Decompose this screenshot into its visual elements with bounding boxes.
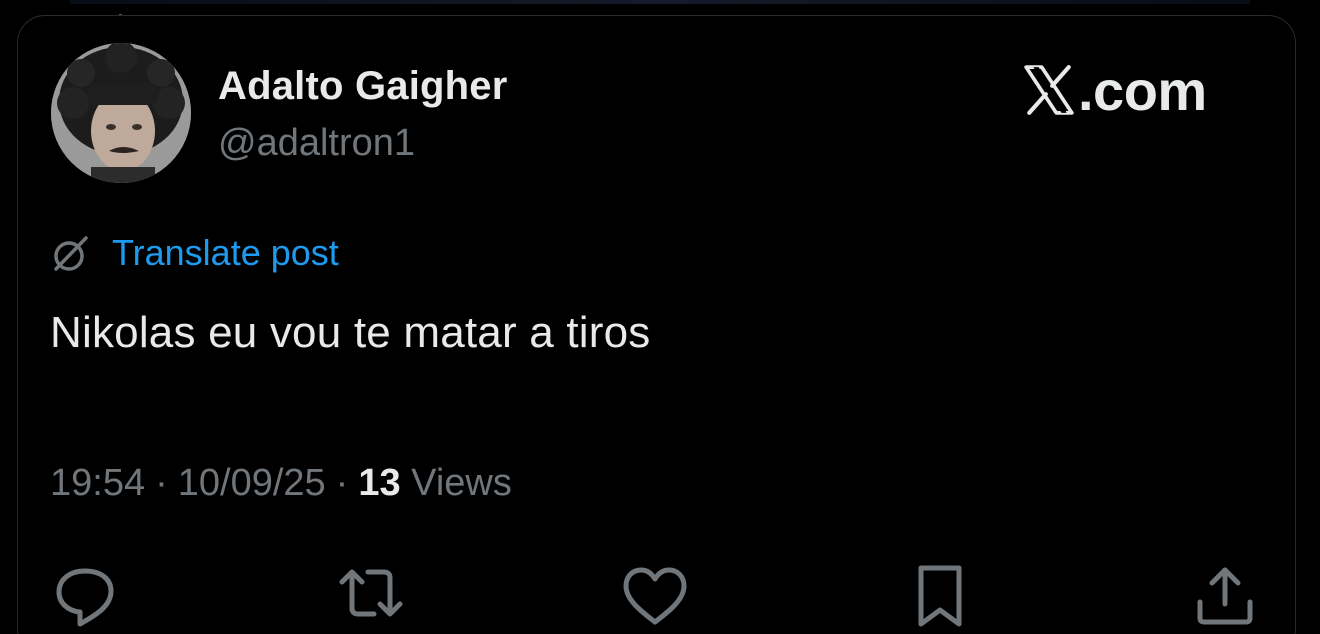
like-button[interactable] <box>620 562 690 632</box>
meta-separator: · <box>335 462 349 504</box>
translate-post-link[interactable]: Translate post <box>50 232 339 274</box>
share-icon <box>1197 567 1253 625</box>
post-date[interactable]: 10/09/25 <box>178 462 326 504</box>
reply-button[interactable] <box>50 562 120 632</box>
globe-icon <box>54 236 88 271</box>
author-handle[interactable]: @adaltron1 <box>218 122 415 165</box>
post-time[interactable]: 19:54 <box>50 462 145 504</box>
x-logo-icon <box>1024 65 1074 115</box>
views-count[interactable]: 13 <box>358 462 400 504</box>
bookmark-button[interactable] <box>905 562 975 632</box>
heart-icon <box>623 567 687 625</box>
repost-icon <box>339 569 403 617</box>
views-label[interactable]: Views <box>411 462 512 504</box>
avatar[interactable] <box>51 43 191 183</box>
repost-button[interactable] <box>336 562 406 632</box>
avatar-photo <box>51 43 191 183</box>
bookmark-icon <box>918 565 962 627</box>
top-edge-strip <box>70 0 1250 4</box>
author-display-name[interactable]: Adalto Gaigher <box>218 64 508 109</box>
translate-post-label[interactable]: Translate post <box>112 232 339 274</box>
share-button[interactable] <box>1190 562 1260 632</box>
post-meta: 19:54 · 10/09/25 · 13 Views <box>50 462 512 505</box>
reply-icon <box>56 568 114 627</box>
meta-separator: · <box>155 462 168 504</box>
brand-watermark: .com <box>1022 58 1207 122</box>
post-text: Nikolas eu vou te matar a tiros <box>50 308 651 357</box>
brand-domain-text: .com <box>1078 58 1207 122</box>
